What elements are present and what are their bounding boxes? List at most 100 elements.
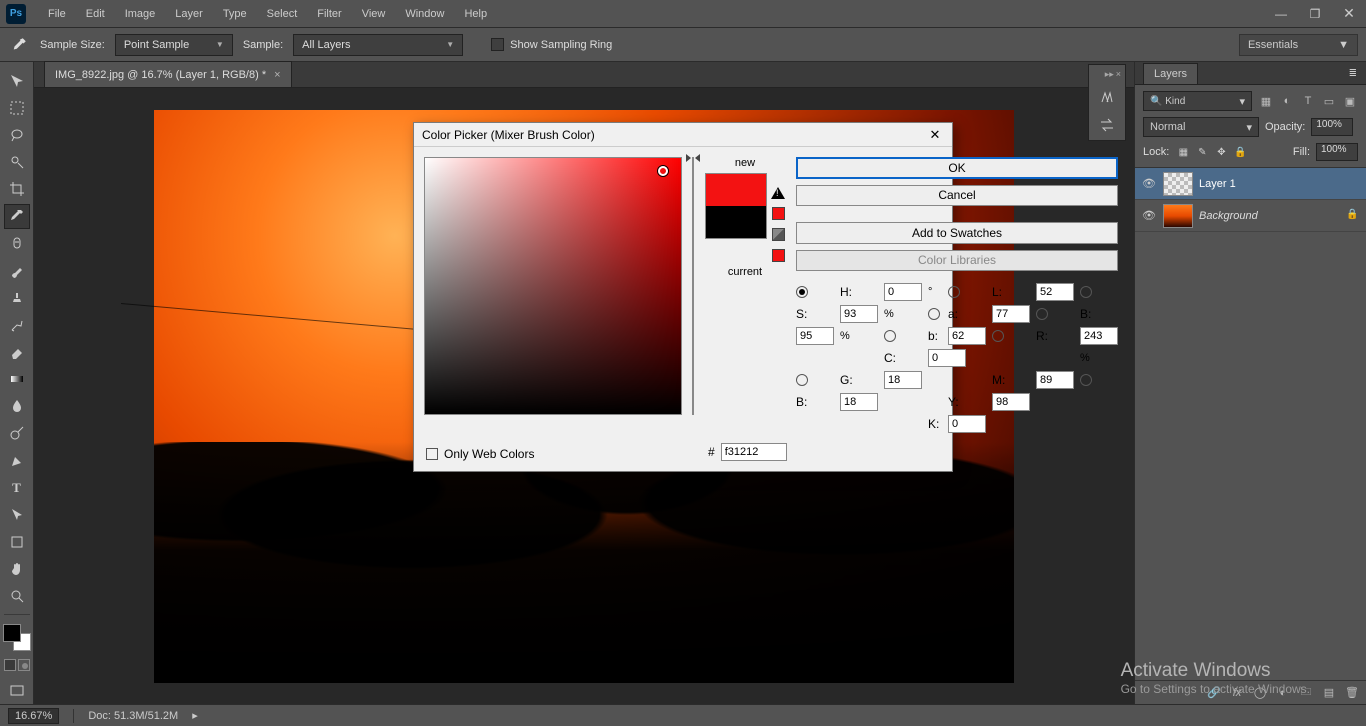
menu-file[interactable]: File <box>38 4 76 24</box>
radio-h[interactable] <box>796 286 808 298</box>
radio-b2[interactable] <box>884 330 896 342</box>
workspace-switcher[interactable]: Essentials ▼ <box>1239 34 1358 56</box>
filter-pixel-icon[interactable]: ▦ <box>1258 93 1274 109</box>
menu-layer[interactable]: Layer <box>165 4 213 24</box>
window-close-button[interactable]: ✕ <box>1332 0 1366 27</box>
lock-all-icon[interactable]: 🔒 <box>1232 144 1248 160</box>
websafe-warning-icon[interactable] <box>772 228 785 241</box>
quick-mask-toggle[interactable] <box>4 659 30 671</box>
b2-input[interactable] <box>948 327 986 345</box>
layer-fx-icon[interactable]: fx <box>1229 685 1245 701</box>
tab-layers[interactable]: Layers <box>1143 63 1198 84</box>
menu-window[interactable]: Window <box>395 4 454 24</box>
menu-select[interactable]: Select <box>257 4 308 24</box>
dodge-tool[interactable] <box>4 421 30 446</box>
window-restore-button[interactable]: ❐ <box>1298 0 1332 27</box>
fill-input[interactable]: 100% <box>1316 143 1358 161</box>
panel-collapse-controls[interactable]: ▸▸× <box>1089 69 1125 80</box>
opacity-input[interactable]: 100% <box>1311 118 1353 136</box>
y-input[interactable] <box>992 393 1030 411</box>
radio-a[interactable] <box>928 308 940 320</box>
websafe-fix-swatch[interactable] <box>772 249 785 262</box>
s-input[interactable] <box>840 305 878 323</box>
menu-filter[interactable]: Filter <box>307 4 351 24</box>
visibility-eye-icon[interactable]: 👁 <box>1141 208 1157 224</box>
sample-size-select[interactable]: Point Sample ▼ <box>115 34 233 56</box>
doc-info-menu-icon[interactable]: ▸ <box>192 709 198 722</box>
brush-tool[interactable] <box>4 258 30 283</box>
crop-tool[interactable] <box>4 177 30 202</box>
ok-button[interactable]: OK <box>796 157 1118 179</box>
menu-image[interactable]: Image <box>115 4 166 24</box>
gamut-warning-icon[interactable] <box>771 187 785 199</box>
fg-bg-colors[interactable] <box>3 624 31 651</box>
screen-mode[interactable] <box>4 679 30 704</box>
dialog-close-button[interactable]: ✕ <box>926 126 944 144</box>
lock-transparent-icon[interactable]: ▦ <box>1175 144 1191 160</box>
add-to-swatches-button[interactable]: Add to Swatches <box>796 222 1118 244</box>
clone-stamp-tool[interactable] <box>4 285 30 310</box>
color-swatch[interactable] <box>705 173 767 239</box>
h-input[interactable] <box>884 283 922 301</box>
eraser-tool[interactable] <box>4 339 30 364</box>
saturation-value-field[interactable] <box>424 157 682 415</box>
eyedropper-tool[interactable] <box>4 204 30 229</box>
menu-view[interactable]: View <box>352 4 396 24</box>
layer-thumbnail[interactable] <box>1163 172 1193 196</box>
filter-adjust-icon[interactable]: ◐ <box>1279 93 1295 109</box>
gradient-tool[interactable] <box>4 367 30 392</box>
hue-slider[interactable] <box>692 157 694 415</box>
radio-r[interactable] <box>992 330 1004 342</box>
hand-tool[interactable] <box>4 557 30 582</box>
bc-input[interactable] <box>840 393 878 411</box>
healing-tool[interactable] <box>4 231 30 256</box>
lasso-tool[interactable] <box>4 122 30 147</box>
m-input[interactable] <box>1036 371 1074 389</box>
gamut-fix-swatch[interactable] <box>772 207 785 220</box>
c-input[interactable] <box>928 349 966 367</box>
pen-tool[interactable] <box>4 448 30 473</box>
radio-g[interactable] <box>796 374 808 386</box>
lock-position-icon[interactable]: ✥ <box>1213 144 1229 160</box>
sample-select[interactable]: All Layers ▼ <box>293 34 463 56</box>
shape-tool[interactable] <box>4 529 30 554</box>
new-layer-icon[interactable]: ▤ <box>1321 685 1337 701</box>
delete-layer-icon[interactable]: 🗑 <box>1344 685 1360 701</box>
move-tool[interactable] <box>4 68 30 93</box>
a-input[interactable] <box>992 305 1030 323</box>
color-libraries-button[interactable]: Color Libraries <box>796 250 1118 272</box>
radio-b[interactable] <box>1036 308 1048 320</box>
filter-shape-icon[interactable]: ▭ <box>1321 93 1337 109</box>
l-input[interactable] <box>1036 283 1074 301</box>
quick-select-tool[interactable] <box>4 149 30 174</box>
radio-l[interactable] <box>948 286 960 298</box>
hue-slider-thumb[interactable] <box>688 154 698 162</box>
layer-item[interactable]: 👁 Background 🔒 <box>1135 200 1366 232</box>
only-web-colors[interactable]: Only Web Colors <box>426 447 534 461</box>
collapsed-panel-dock[interactable]: ▸▸× <box>1088 64 1126 141</box>
dialog-titlebar[interactable]: Color Picker (Mixer Brush Color) ✕ <box>414 123 952 147</box>
cancel-button[interactable]: Cancel <box>796 185 1118 207</box>
panel-menu-icon[interactable]: ≣ <box>1341 68 1366 79</box>
adjustment-layer-icon[interactable]: ◐ <box>1275 685 1291 701</box>
r-input[interactable] <box>1080 327 1118 345</box>
history-brush-tool[interactable] <box>4 312 30 337</box>
link-layers-icon[interactable]: 🔗 <box>1206 685 1222 701</box>
path-select-tool[interactable] <box>4 502 30 527</box>
new-group-icon[interactable]: 🗀 <box>1298 685 1314 701</box>
blur-tool[interactable] <box>4 394 30 419</box>
marquee-tool[interactable] <box>4 95 30 120</box>
blend-mode-select[interactable]: Normal ▾ <box>1143 117 1259 137</box>
layer-filter-kind[interactable]: 🔍 Kind ▾ <box>1143 91 1252 111</box>
document-tab[interactable]: IMG_8922.jpg @ 16.7% (Layer 1, RGB/8) * … <box>44 61 292 87</box>
swap-icon[interactable] <box>1096 114 1118 136</box>
close-icon[interactable]: × <box>274 69 280 81</box>
radio-s[interactable] <box>1080 286 1092 298</box>
g-input[interactable] <box>884 371 922 389</box>
layer-mask-icon[interactable]: ◯ <box>1252 685 1268 701</box>
window-minimize-button[interactable]: — <box>1264 0 1298 27</box>
layer-thumbnail[interactable] <box>1163 204 1193 228</box>
zoom-tool[interactable] <box>4 584 30 609</box>
show-sampling-ring[interactable]: Show Sampling Ring <box>491 38 612 51</box>
menu-type[interactable]: Type <box>213 4 257 24</box>
